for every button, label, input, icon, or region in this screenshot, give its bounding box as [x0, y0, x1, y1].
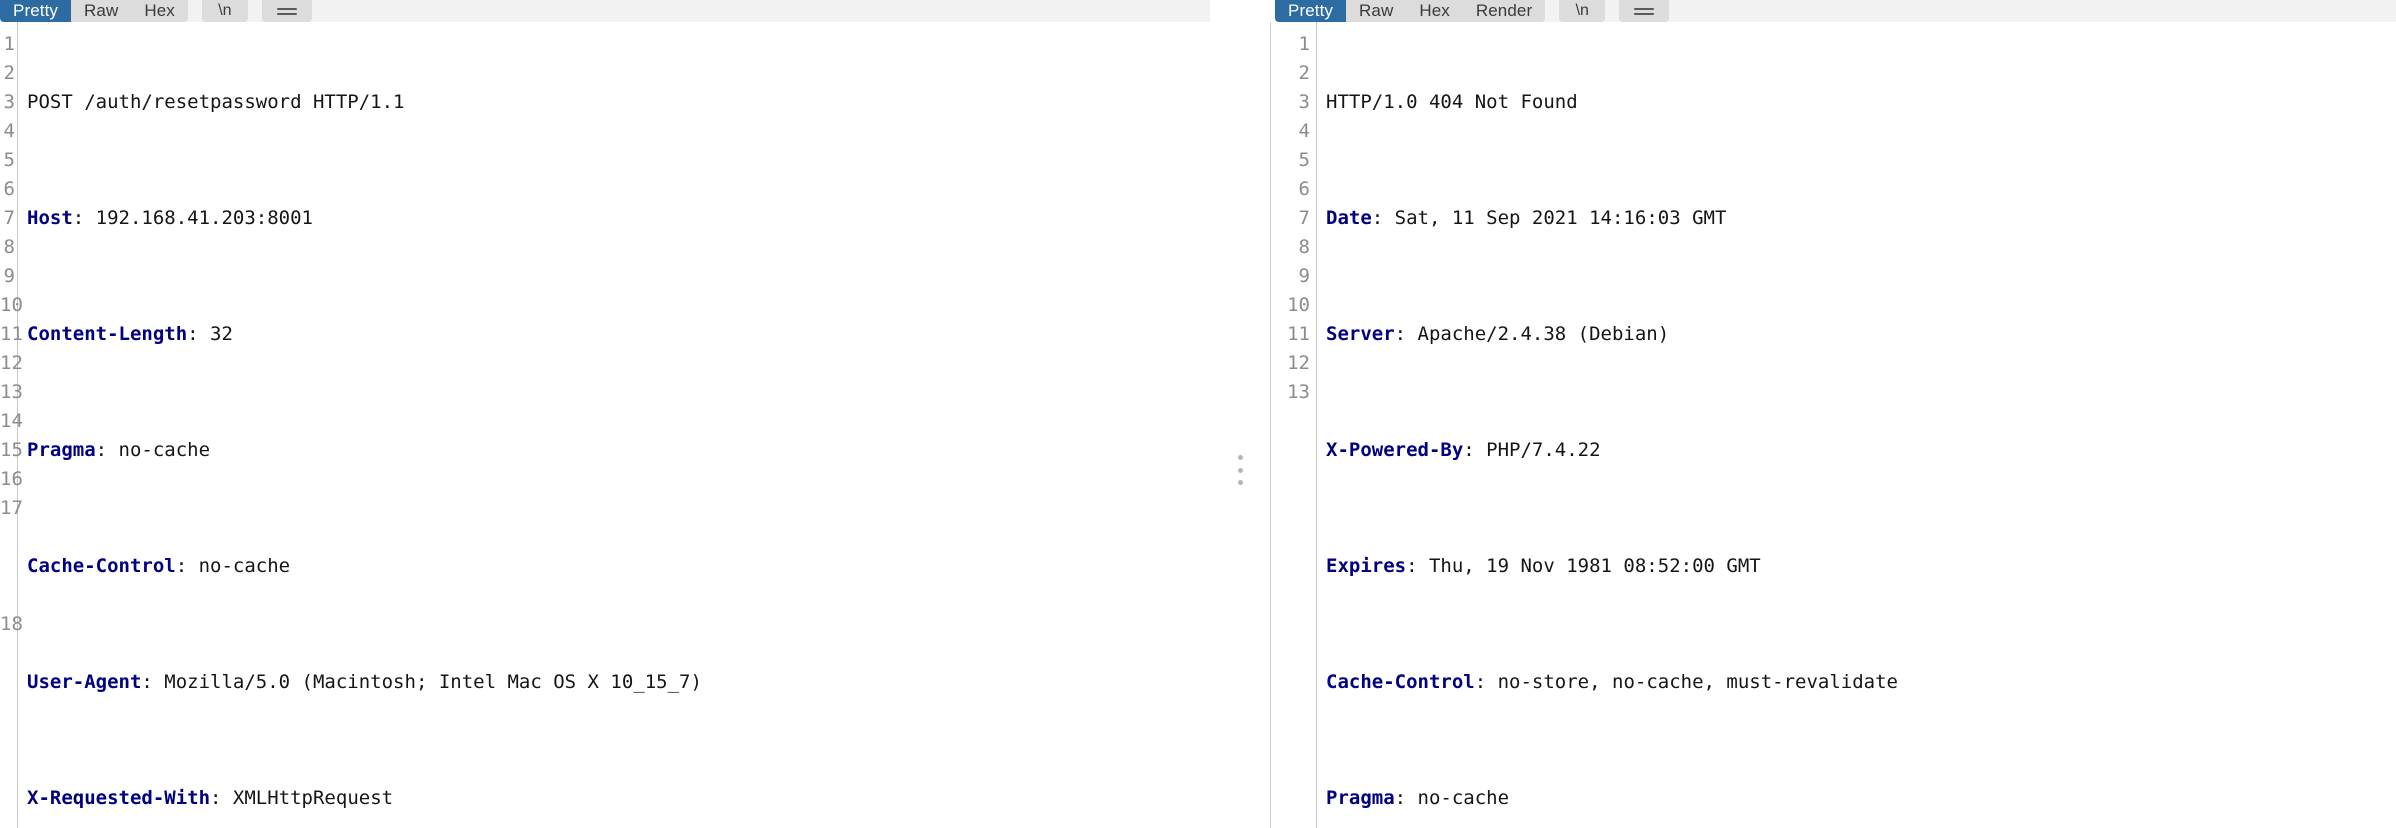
header-value: 192.168.41.203:8001 [84, 207, 313, 229]
request-menu-button[interactable] [261, 0, 312, 22]
header-colon: : [141, 671, 153, 693]
header-name: Cache-Control [27, 555, 176, 577]
request-toolbar: Pretty Raw Hex \n [0, 0, 1210, 22]
tab-response-hex[interactable]: Hex [1406, 0, 1463, 22]
header-name: Cache-Control [1326, 671, 1475, 693]
header-value: no-cache [107, 439, 211, 461]
header-value: Mozilla/5.0 (Macintosh; Intel Mac OS X 1… [152, 671, 702, 693]
header-colon: : [95, 439, 108, 461]
response-status-line: HTTP/1.0 404 Not Found [1326, 91, 1578, 113]
request-line-7: X-Requested-With: XMLHttpRequest [27, 784, 1210, 813]
header-name: Expires [1326, 555, 1407, 577]
request-line-2: Host: 192.168.41.203:8001 [27, 204, 1210, 233]
header-colon: : [1394, 787, 1407, 809]
tab-request-raw[interactable]: Raw [71, 0, 132, 22]
response-tab-group: Pretty Raw Hex Render [1275, 0, 1546, 22]
header-colon: : [1474, 671, 1487, 693]
header-colon: : [210, 787, 222, 809]
header-colon: : [1463, 439, 1475, 461]
header-name: Pragma [27, 439, 96, 461]
header-name: Host [27, 207, 73, 229]
header-name: User-Agent [27, 671, 142, 693]
response-menu-button[interactable] [1619, 0, 1670, 22]
header-name: Server [1326, 323, 1395, 345]
response-code[interactable]: HTTP/1.0 404 Not Found Date: Sat, 11 Sep… [1317, 22, 2396, 828]
header-name: X-Powered-By [1326, 439, 1464, 461]
header-name: X-Requested-With [27, 787, 211, 809]
response-line-6: Cache-Control: no-store, no-cache, must-… [1326, 668, 2396, 697]
tab-request-pretty[interactable]: Pretty [0, 0, 72, 22]
splitter-divider [1270, 22, 1271, 828]
tab-response-raw[interactable]: Raw [1346, 0, 1407, 22]
header-colon: : [175, 555, 188, 577]
request-line-4: Pragma: no-cache [27, 436, 1210, 465]
response-line-2: Date: Sat, 11 Sep 2021 14:16:03 GMT [1326, 204, 2396, 233]
hamburger-icon [276, 7, 297, 15]
request-line-5: Cache-Control: no-cache [27, 552, 1210, 581]
header-name: Pragma [1326, 787, 1395, 809]
header-value: no-store, no-cache, must-revalidate [1486, 671, 1898, 693]
response-editor[interactable]: 1 2 3 4 5 6 7 8 9 10 11 12 13 HTTP/1.0 4… [1275, 22, 2396, 828]
response-line-numbers: 1 2 3 4 5 6 7 8 9 10 11 12 13 [1275, 22, 1317, 828]
response-line-3: Server: Apache/2.4.38 (Debian) [1326, 320, 2396, 349]
tab-response-render[interactable]: Render [1462, 0, 1546, 22]
response-line-4: X-Powered-By: PHP/7.4.22 [1326, 436, 2396, 465]
request-newline-button[interactable]: \n [201, 0, 248, 22]
response-line-5: Expires: Thu, 19 Nov 1981 08:52:00 GMT [1326, 552, 2396, 581]
response-line-1: HTTP/1.0 404 Not Found [1326, 88, 2396, 117]
request-start-line: POST /auth/resetpassword HTTP/1.1 [27, 91, 405, 113]
request-line-numbers: 1 2 3 4 5 6 7 8 9 10 11 12 13 14 15 16 1… [0, 22, 23, 828]
header-value: Sat, 11 Sep 2021 14:16:03 GMT [1383, 207, 1727, 229]
request-panel: Pretty Raw Hex \n 1 2 3 4 5 6 7 8 9 10 1… [0, 0, 1210, 828]
response-line-7: Pragma: no-cache [1326, 784, 2396, 813]
header-name: Content-Length [27, 323, 188, 345]
header-colon: : [1406, 555, 1418, 577]
header-value: Apache/2.4.38 (Debian) [1406, 323, 1670, 345]
header-value: no-cache [1406, 787, 1510, 809]
header-value: Thu, 19 Nov 1981 08:52:00 GMT [1417, 555, 1761, 577]
request-code[interactable]: POST /auth/resetpassword HTTP/1.1 Host: … [18, 22, 1210, 828]
response-toolbar: Pretty Raw Hex Render \n [1275, 0, 2396, 22]
request-line-1: POST /auth/resetpassword HTTP/1.1 [27, 88, 1210, 117]
header-name: Date [1326, 207, 1372, 229]
tab-request-hex[interactable]: Hex [131, 0, 188, 22]
splitter-grip-icon[interactable] [1238, 455, 1243, 485]
http-message-viewer: Pretty Raw Hex \n 1 2 3 4 5 6 7 8 9 10 1… [0, 0, 2396, 828]
panel-splitter[interactable] [1210, 0, 1275, 828]
header-colon: : [1394, 323, 1407, 345]
header-colon: : [72, 207, 85, 229]
tab-response-pretty[interactable]: Pretty [1275, 0, 1347, 22]
hamburger-icon [1634, 7, 1655, 15]
request-editor[interactable]: 1 2 3 4 5 6 7 8 9 10 11 12 13 14 15 16 1… [0, 22, 1210, 828]
header-colon: : [1371, 207, 1384, 229]
header-value: PHP/7.4.22 [1474, 439, 1601, 461]
response-panel: Pretty Raw Hex Render \n 1 2 3 4 5 6 7 8… [1275, 0, 2396, 828]
request-line-6: User-Agent: Mozilla/5.0 (Macintosh; Inte… [27, 668, 1210, 697]
header-colon: : [187, 323, 199, 345]
header-value: no-cache [187, 555, 291, 577]
request-line-3: Content-Length: 32 [27, 320, 1210, 349]
header-value: 32 [198, 323, 233, 345]
request-tab-group: Pretty Raw Hex [0, 0, 188, 22]
header-value: XMLHttpRequest [221, 787, 394, 809]
response-newline-button[interactable]: \n [1559, 0, 1606, 22]
